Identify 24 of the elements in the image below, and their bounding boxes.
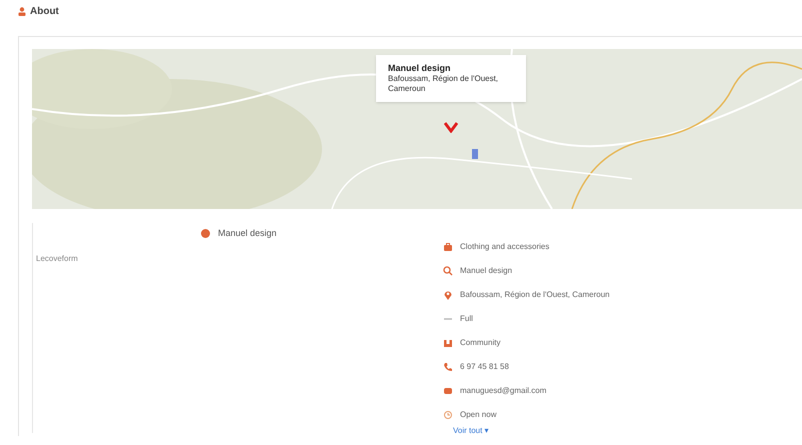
search-icon [443,266,453,276]
envelope-icon [443,386,453,396]
detail-text: Bafoussam, Région de l'Ouest, Cameroun [460,288,610,300]
detail-text: Clothing and accessories [460,240,550,252]
person-icon [18,7,26,16]
popup-title: Manuel design [388,63,452,74]
map-pin-icon [443,290,453,300]
see-all-link[interactable]: Voir tout ▾ [453,425,610,437]
clock-icon [443,410,453,420]
phone-icon [443,362,453,372]
detail-text: Manuel design [460,264,512,276]
briefcase-icon [443,242,453,252]
section-title: About [30,5,59,19]
map-marker-icon [444,121,458,133]
business-name: Manuel design [218,227,277,240]
detail-text: Open now [460,408,496,420]
detail-text: 6 97 45 81 58 [460,360,509,372]
popup-address: Bafoussam, Région de l'Ouest, Cameroun [388,74,500,94]
business-description: Lecoveform [35,252,79,264]
shop-icon [201,229,210,238]
people-icon [443,338,453,348]
detail-text: Community [460,336,500,348]
detail-text: manuguesd@gmail.com [460,384,546,396]
detail-text: Full [460,312,473,324]
